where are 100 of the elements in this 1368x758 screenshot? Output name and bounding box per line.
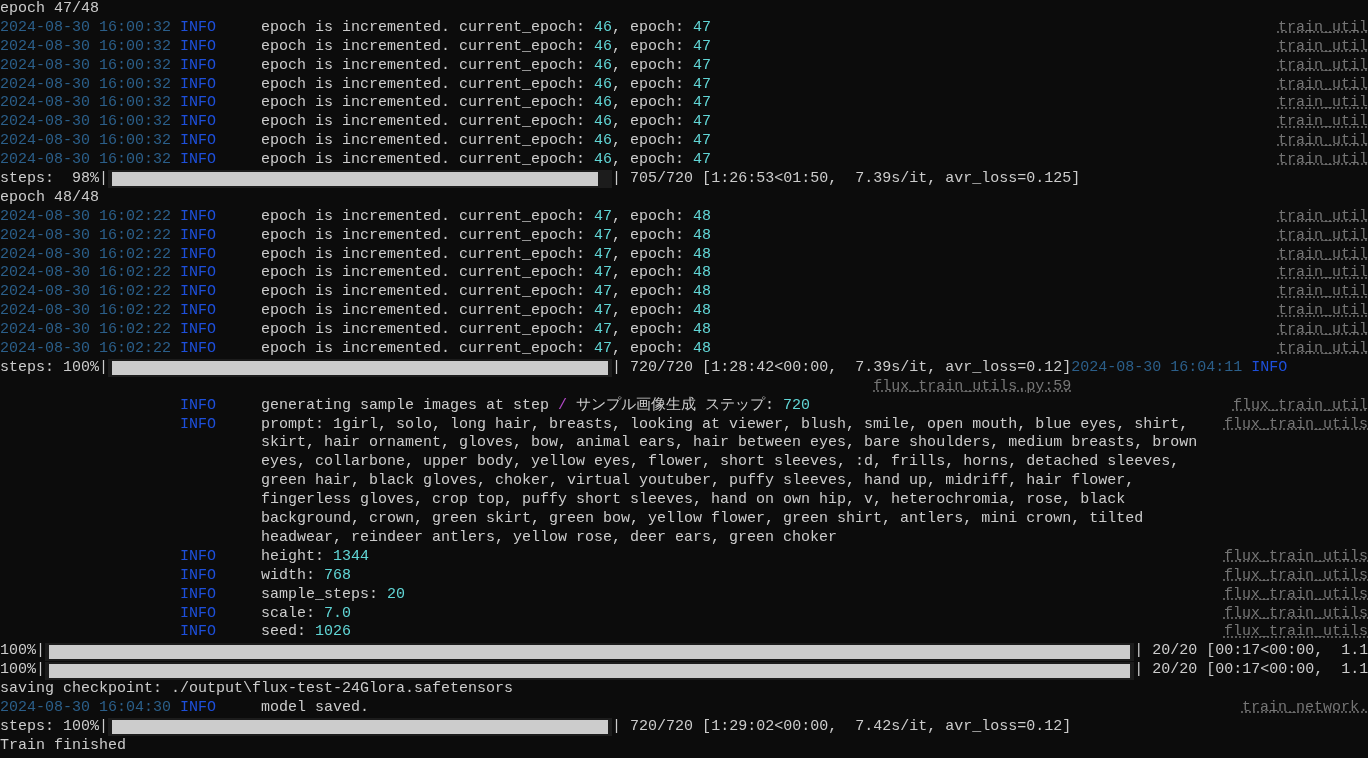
source-link[interactable]: train_network.	[1241, 698, 1368, 718]
progress-stats: | 705/720 [1:26:53<01:50, 7.39s/it, avr_loss=0.125]	[612, 170, 1081, 189]
source-link[interactable]: flux_train_utils	[1223, 623, 1368, 643]
source-link[interactable]: flux_train_utils	[1223, 547, 1368, 567]
progress-stats: | 20/20 [00:17<00:00, 1.1	[1134, 661, 1368, 681]
source-link[interactable]: train_util	[1278, 245, 1368, 265]
progress-stats: | 720/720 [1:29:02<00:00, 7.42s/it, avr_loss=0.12]	[612, 717, 1072, 737]
log-message: prompt: 1girl, solo, long hair, breasts, looking at viewer, blush, smile, open mouth, blue eyes, shirt,	[261, 415, 1189, 435]
log-text: epoch 47/48	[0, 0, 100, 19]
log-message: model saved.	[261, 698, 370, 718]
log-message: seed: 1026	[261, 623, 352, 643]
log-message: epoch is incremented. current_epoch: 46, epoch: 47	[261, 94, 712, 114]
log-message: epoch is incremented. current_epoch: 47, epoch: 48	[261, 207, 712, 227]
log-level: INFO	[180, 151, 218, 171]
log-message: epoch is incremented. current_epoch: 46, epoch: 47	[261, 132, 712, 152]
log-level: INFO	[180, 207, 218, 227]
progress-label: 100%|	[0, 661, 45, 681]
log-message: epoch is incremented. current_epoch: 46, epoch: 47	[261, 113, 712, 133]
timestamp: 2024-08-30 16:04:11	[1071, 358, 1243, 378]
source-link[interactable]: train_util	[1278, 321, 1368, 341]
log-level: INFO	[180, 283, 218, 303]
progress-label: 100%|	[0, 642, 45, 662]
log-level: INFO	[180, 226, 218, 246]
log-level: INFO	[180, 113, 218, 133]
log-message: epoch is incremented. current_epoch: 47, epoch: 48	[261, 340, 712, 359]
timestamp: 2024-08-30 16:04:30	[0, 698, 173, 718]
source-link[interactable]: train_util	[1278, 340, 1368, 359]
log-message: epoch is incremented. current_epoch: 47, epoch: 48	[261, 264, 712, 284]
log-level: INFO	[180, 547, 218, 567]
log-text: saving checkpoint: ./output\flux-test-24Glora.safetensors	[0, 680, 514, 699]
timestamp: 2024-08-30 16:02:22	[0, 283, 173, 303]
timestamp: 2024-08-30 16:00:32	[0, 132, 173, 152]
log-level: INFO	[180, 340, 218, 359]
log-text: epoch 48/48	[0, 188, 100, 208]
source-link[interactable]: train_util	[1278, 302, 1368, 322]
log-message: eyes, collarbone, upper body, yellow eyes, flower, short sleeves, :d, frills, horns, detached sleeves,	[261, 453, 1180, 473]
log-message: width: 768	[261, 566, 352, 586]
log-level: INFO	[180, 415, 218, 435]
source-link[interactable]: flux_train_utils	[1223, 566, 1368, 586]
log-level: INFO	[180, 37, 218, 57]
timestamp: 2024-08-30 16:00:32	[0, 151, 173, 171]
log-message: epoch is incremented. current_epoch: 46, epoch: 47	[261, 37, 712, 57]
log-message: generating sample images at step / サンプル画像生成 ステップ: 720	[261, 396, 811, 416]
log-level: INFO	[180, 132, 218, 152]
log-message: green hair, black gloves, choker, virtual youtuber, puffy sleeves, hand up, midriff, hair flower,	[261, 472, 1135, 492]
timestamp: 2024-08-30 16:02:22	[0, 302, 173, 322]
source-link[interactable]: train_util	[1278, 283, 1368, 303]
timestamp: 2024-08-30 16:02:22	[0, 207, 173, 227]
log-level: INFO	[180, 245, 218, 265]
log-message: headwear, reindeer antlers, yellow rose, deer ears, green choker	[261, 528, 838, 548]
log-level: INFO	[180, 18, 218, 38]
progress-stats: | 20/20 [00:17<00:00, 1.1	[1134, 642, 1368, 662]
timestamp: 2024-08-30 16:02:22	[0, 321, 173, 341]
source-link[interactable]: train_util	[1278, 264, 1368, 284]
timestamp: 2024-08-30 16:02:22	[0, 264, 173, 284]
log-level: INFO	[180, 264, 218, 284]
log-level: INFO	[180, 396, 218, 416]
log-text: Train finished	[0, 736, 127, 756]
log-message: epoch is incremented. current_epoch: 46, epoch: 47	[261, 75, 712, 95]
log-level: INFO	[180, 302, 218, 322]
timestamp: 2024-08-30 16:02:22	[0, 226, 173, 246]
source-link[interactable]: flux_train_utils	[1223, 604, 1368, 624]
timestamp: 2024-08-30 16:02:22	[0, 245, 173, 265]
log-message: epoch is incremented. current_epoch: 46, epoch: 47	[261, 18, 712, 38]
source-link[interactable]: flux_train_util	[1232, 396, 1368, 416]
log-message: epoch is incremented. current_epoch: 47, epoch: 48	[261, 283, 712, 303]
log-level: INFO	[180, 566, 218, 586]
source-link[interactable]: flux_train_utils	[1223, 585, 1368, 605]
source-link[interactable]: train_util	[1278, 37, 1368, 57]
log-message: epoch is incremented. current_epoch: 46, epoch: 47	[261, 151, 712, 171]
timestamp: 2024-08-30 16:00:32	[0, 94, 173, 114]
source-link[interactable]: train_util	[1278, 113, 1368, 133]
log-message: epoch is incremented. current_epoch: 47, epoch: 48	[261, 226, 712, 246]
log-message: fingerless gloves, crop top, puffy short sleeves, hand on own hip, v, heterochromia, rose, black	[261, 491, 1126, 511]
source-link[interactable]: train_util	[1278, 94, 1368, 114]
progress-label: steps: 98%|	[0, 170, 109, 189]
log-message: skirt, hair ornament, gloves, bow, animal ears, hair between eyes, bare shoulders, medium breasts, brown	[261, 434, 1198, 454]
timestamp: 2024-08-30 16:00:32	[0, 18, 173, 38]
log-message: scale: 7.0	[261, 604, 352, 624]
source-link[interactable]: train_util	[1278, 207, 1368, 227]
progress-stats: | 720/720 [1:28:42<00:00, 7.39s/it, avr_loss=0.12]	[612, 358, 1072, 378]
log-message: epoch is incremented. current_epoch: 47, epoch: 48	[261, 245, 712, 265]
log-level: INFO	[180, 94, 218, 114]
source-link[interactable]: train_util	[1278, 75, 1368, 95]
source-link[interactable]: flux_train_utils	[1223, 415, 1368, 435]
log-level: INFO	[180, 75, 218, 95]
log-level: INFO	[180, 585, 218, 605]
log-message: height: 1344	[261, 547, 370, 567]
source-link[interactable]: train_util	[1278, 56, 1368, 76]
progress-label: steps: 100%|	[0, 717, 109, 737]
source-link[interactable]: train_util	[1278, 132, 1368, 152]
timestamp: 2024-08-30 16:00:32	[0, 37, 173, 57]
source-link[interactable]: train_util	[1278, 151, 1368, 171]
source-link[interactable]: train_util	[1278, 226, 1368, 246]
source-link[interactable]: flux_train_utils.py:59	[873, 377, 1072, 397]
timestamp: 2024-08-30 16:00:32	[0, 75, 173, 95]
log-level: INFO	[180, 56, 218, 76]
progress-label: steps: 100%|	[0, 358, 109, 378]
log-level: INFO	[1251, 358, 1288, 378]
source-link[interactable]: train_util	[1278, 18, 1368, 38]
